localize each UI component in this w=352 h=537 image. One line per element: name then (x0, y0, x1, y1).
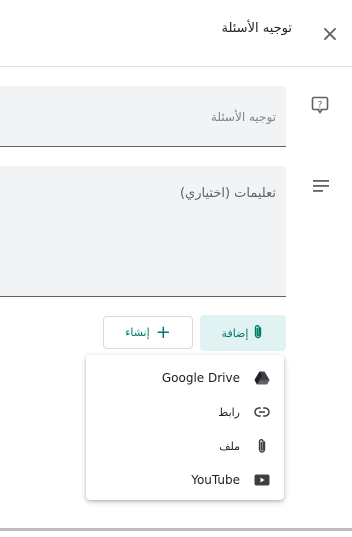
attach-icon (252, 324, 264, 343)
bottom-divider (0, 528, 352, 531)
create-button-label: إنشاء (125, 326, 150, 339)
instructions-field[interactable]: تعليمات (اختياري) (0, 166, 286, 297)
google-drive-icon (254, 370, 270, 386)
menu-item-youtube[interactable]: YouTube (86, 463, 284, 497)
create-button[interactable]: + إنشاء (103, 316, 193, 349)
topic-field-placeholder: توجيه الأسئلة (210, 110, 276, 124)
plus-icon: + (155, 321, 171, 343)
menu-item-label: رابط (218, 405, 240, 419)
close-button[interactable]: × (314, 18, 346, 50)
menu-item-google-drive[interactable]: Google Drive (86, 361, 284, 395)
menu-item-link[interactable]: رابط (86, 395, 284, 429)
page-title: توجيه الأسئلة (221, 21, 292, 36)
topic-field[interactable]: توجيه الأسئلة (0, 86, 286, 147)
notes-icon (311, 178, 331, 194)
menu-item-label: ملف (219, 439, 240, 453)
add-menu: Google Drive رابط ملف YouTube (86, 355, 284, 500)
close-icon: × (320, 21, 340, 47)
svg-text:?: ? (318, 101, 323, 111)
menu-item-label: YouTube (191, 473, 240, 487)
add-button-label: إضافة (221, 326, 249, 340)
question-icon: ? (311, 96, 329, 114)
menu-item-file[interactable]: ملف (86, 429, 284, 463)
menu-item-label: Google Drive (161, 371, 240, 385)
instructions-field-placeholder: تعليمات (اختياري) (179, 186, 276, 201)
add-button[interactable]: إضافة (200, 315, 286, 351)
dialog-header (0, 0, 352, 67)
youtube-icon (254, 472, 270, 488)
attach-file-icon (254, 438, 270, 454)
link-icon (254, 404, 270, 420)
